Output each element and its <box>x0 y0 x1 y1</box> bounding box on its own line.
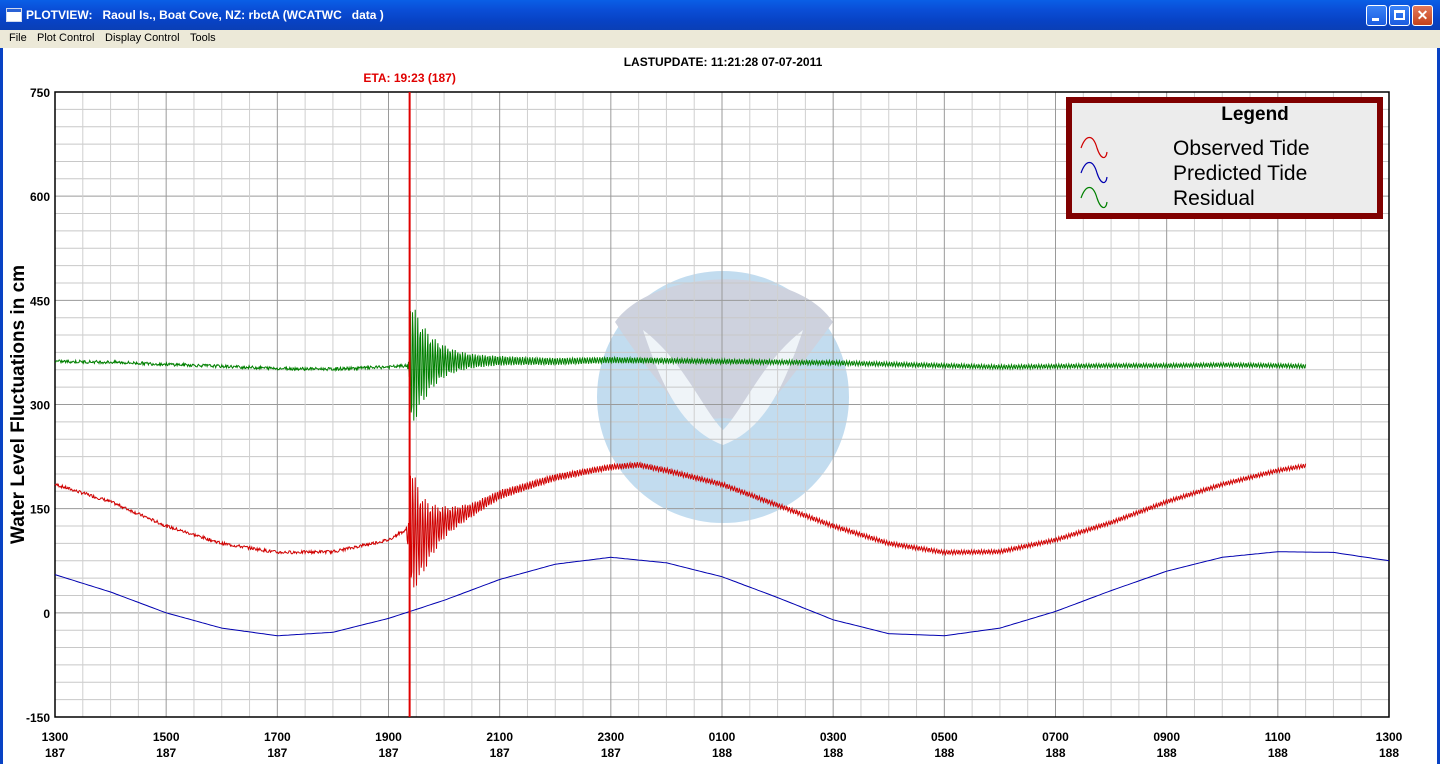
x-tick-time: 1300 <box>1376 730 1403 744</box>
x-tick-time: 0700 <box>1042 730 1069 744</box>
x-tick-day: 188 <box>1379 746 1399 760</box>
legend-entry-label: Predicted Tide <box>1173 162 1307 185</box>
x-tick-day: 188 <box>1268 746 1288 760</box>
y-axis-label: Water Level Fluctuations in cm <box>8 265 29 544</box>
close-button[interactable]: ✕ <box>1412 5 1433 26</box>
x-tick-day: 187 <box>601 746 621 760</box>
x-tick-day: 187 <box>267 746 287 760</box>
x-tick-day: 187 <box>378 746 398 760</box>
x-tick-day: 188 <box>934 746 954 760</box>
y-tick-label: 750 <box>30 86 50 100</box>
x-tick-time: 2300 <box>597 730 624 744</box>
x-tick-time: 0500 <box>931 730 958 744</box>
x-tick-time: 2100 <box>486 730 513 744</box>
y-tick-label: 300 <box>30 399 50 413</box>
eta-label: ETA: 19:23 (187) <box>363 71 455 85</box>
window-title-bar[interactable]: PLOTVIEW: Raoul Is., Boat Cove, NZ: rbct… <box>0 0 1440 30</box>
window-title: PLOTVIEW: Raoul Is., Boat Cove, NZ: rbct… <box>26 8 384 22</box>
x-tick-time: 1500 <box>153 730 180 744</box>
x-tick-day: 188 <box>712 746 732 760</box>
y-tick-label: -150 <box>26 711 50 725</box>
x-tick-time: 1100 <box>1265 730 1291 744</box>
y-axis: 750 600 450 300 150 0 -150 <box>26 86 50 725</box>
last-update-label: LASTUPDATE: 11:21:28 07-07-2011 <box>624 55 823 69</box>
x-tick-time: 0900 <box>1153 730 1180 744</box>
x-tick-day: 187 <box>45 746 65 760</box>
menu-plot-control[interactable]: Plot Control <box>37 32 94 44</box>
minimize-icon <box>1372 18 1379 21</box>
maximize-button[interactable] <box>1389 5 1410 26</box>
x-tick-time: 1300 <box>42 730 69 744</box>
x-tick-day: 188 <box>1157 746 1177 760</box>
x-tick-day: 187 <box>490 746 510 760</box>
x-tick-day: 188 <box>823 746 843 760</box>
x-axis: 1300 187 1500 187 1700 187 1900 187 2100 187 2300 1… <box>42 730 1403 760</box>
x-tick-time: 1900 <box>375 730 402 744</box>
menu-bar: File Plot Control Display Control Tools <box>0 30 1440 48</box>
x-tick-time: 1700 <box>264 730 291 744</box>
tide-chart: 7506004503001500-150 1300187150018717001… <box>8 55 1403 760</box>
x-tick-day: 187 <box>156 746 176 760</box>
y-tick-label: 450 <box>30 294 50 308</box>
app-window-icon <box>6 8 22 22</box>
y-tick-label: 600 <box>30 190 50 204</box>
legend-entry-label: Residual <box>1173 187 1255 210</box>
legend-title: Legend <box>1221 104 1289 125</box>
x-tick-day: 188 <box>1045 746 1065 760</box>
x-tick-time: 0300 <box>820 730 847 744</box>
close-icon: ✕ <box>1416 7 1429 23</box>
minimize-button[interactable] <box>1366 5 1387 26</box>
legend-entry-label: Observed Tide <box>1173 137 1310 160</box>
y-tick-label: 150 <box>30 503 50 517</box>
chart-legend: Legend Observed TidePredicted TideResidu… <box>1066 97 1383 219</box>
menu-display-control[interactable]: Display Control <box>105 32 180 44</box>
menu-tools[interactable]: Tools <box>190 32 216 44</box>
menu-file[interactable]: File <box>9 32 27 44</box>
y-tick-label: 0 <box>43 607 50 621</box>
maximize-icon <box>1394 10 1405 20</box>
x-tick-time: 0100 <box>709 730 736 744</box>
